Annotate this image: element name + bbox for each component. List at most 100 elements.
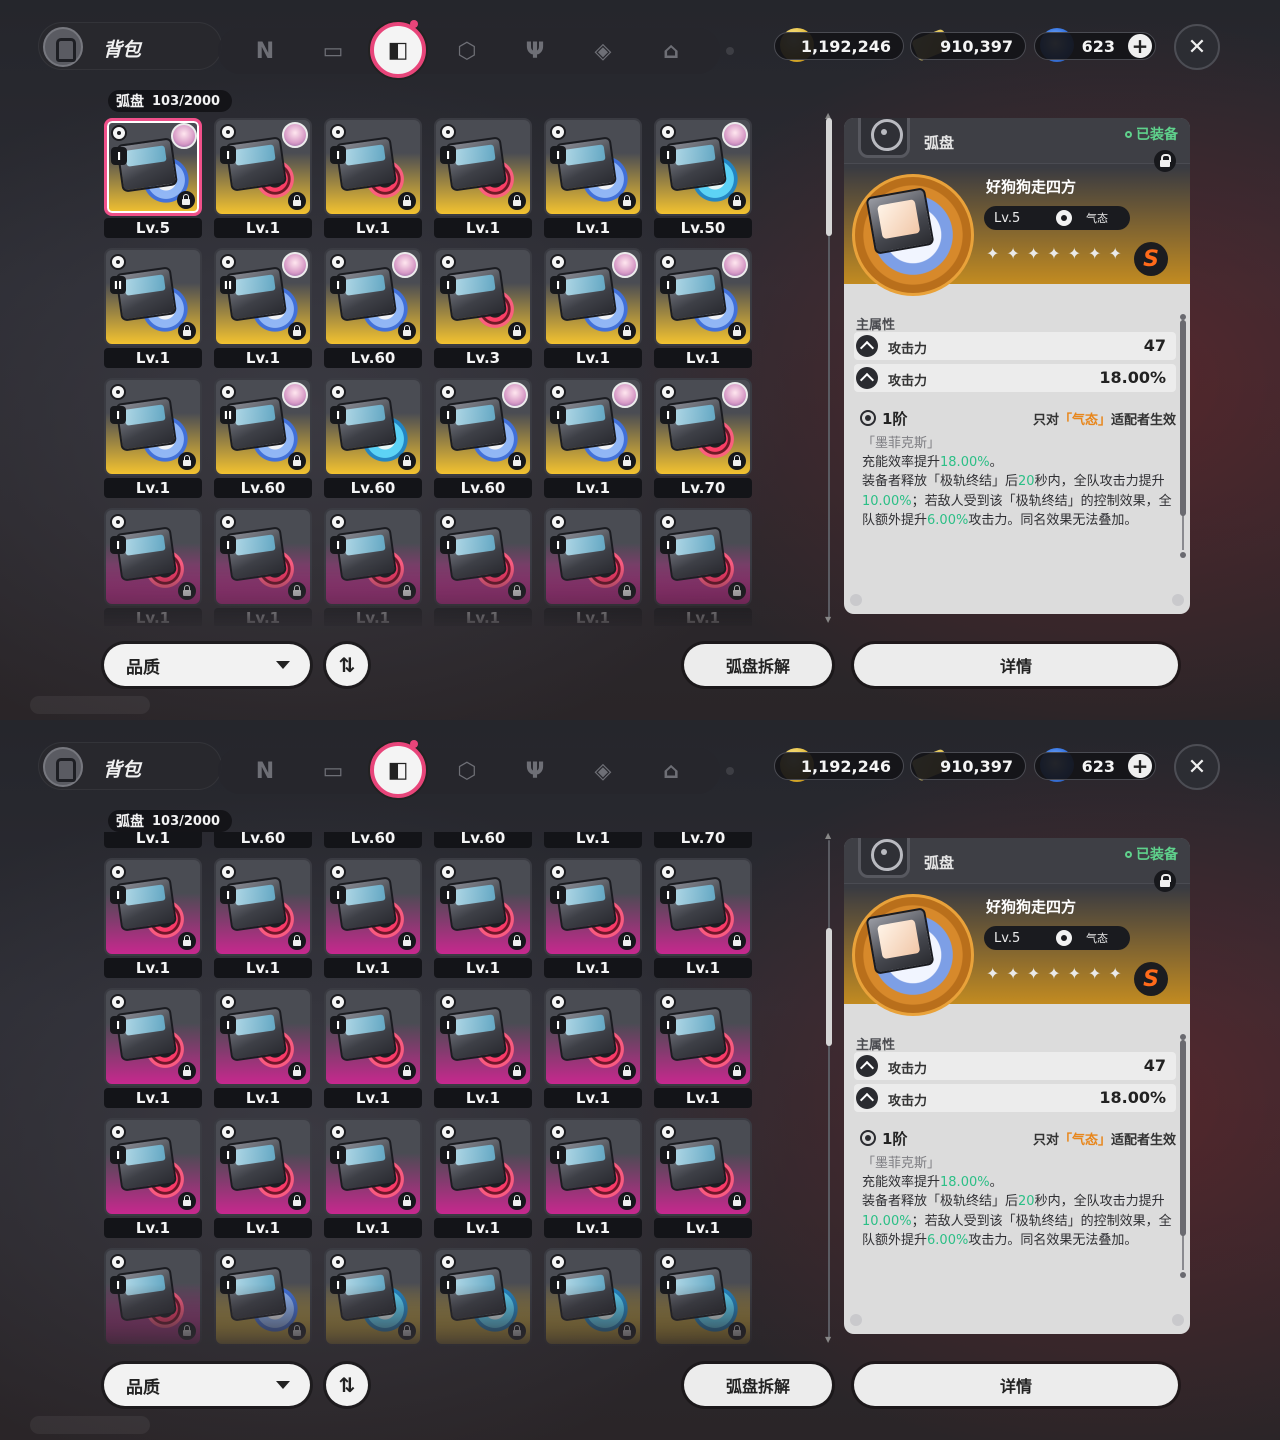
disc-card[interactable]: I [544,858,642,956]
disc-grid-viewport[interactable]: ILv.1ILv.60ILv.60ILv.60ILv.1ILv.70ILv.1I… [100,832,760,1346]
disc-card[interactable]: I [544,508,642,606]
disc-card[interactable]: I [104,988,202,1086]
disc-item[interactable]: ILv.60 [324,378,422,498]
details-button[interactable]: 详情 [854,644,1178,686]
disc-item[interactable]: ILv.1 [104,1248,202,1346]
disc-item[interactable]: ILv.60 [434,832,532,848]
sort-order-button[interactable]: ⇅ [326,644,368,686]
disc-item[interactable]: ILv.1 [324,118,422,238]
disc-card[interactable]: I [434,858,532,956]
box-icon[interactable]: ⬡ [448,752,486,790]
disc-item[interactable]: ILv.1 [654,858,752,978]
disc-card[interactable]: II [214,248,312,346]
disc-card[interactable]: I [324,858,422,956]
disc-card[interactable]: I [544,118,642,216]
disc-item[interactable]: ILv.1 [214,1248,312,1346]
disc-card[interactable]: I [104,378,202,476]
disc-card[interactable]: I [214,1118,312,1216]
disc-card[interactable]: I [434,988,532,1086]
disc-card[interactable]: I [544,988,642,1086]
disc-card[interactable]: I [434,508,532,606]
home-icon[interactable]: ⌂ [652,752,690,790]
disc-item[interactable]: ILv.1 [214,508,312,626]
disc-card[interactable]: I [654,1118,752,1216]
disc-item[interactable]: ILv.1 [104,988,202,1108]
disc-case-icon[interactable]: ◧ [370,740,426,798]
disc-item[interactable]: ILv.1 [654,248,752,368]
disc-item[interactable]: ILv.1 [214,988,312,1108]
add-gem-button[interactable]: + [1128,34,1152,58]
disc-card[interactable]: II [104,248,202,346]
dismantle-button[interactable]: 弧盘拆解 [684,1364,832,1406]
disc-item[interactable]: ILv.70 [654,832,752,848]
disc-card[interactable]: I [544,1248,642,1346]
disc-item[interactable]: ILv.1 [544,1118,642,1238]
disc-card[interactable]: I [214,508,312,606]
home-icon[interactable]: ⌂ [652,32,690,70]
disc-item[interactable]: ILv.1 [104,858,202,978]
disc-card[interactable]: I [104,1248,202,1346]
disc-item[interactable]: ILv.1 [544,508,642,626]
close-button[interactable]: ✕ [1174,24,1220,70]
disc-card[interactable]: I [324,378,422,476]
disc-grid-viewport[interactable]: I Lv.5 I Lv.1 I Lv.1 I Lv.1 I Lv.1 I Lv.50 II Lv.1 II L… [100,112,760,626]
n-logo-icon[interactable]: N [246,32,284,70]
fork-spoon-icon[interactable]: Ψ [516,752,554,790]
disc-item[interactable]: ILv.60 [324,248,422,368]
disc-item[interactable]: ILv.1 [434,118,532,238]
disc-card[interactable]: I [324,1248,422,1346]
lock-toggle-icon[interactable] [1154,150,1176,172]
disc-card[interactable]: I [214,988,312,1086]
disc-item[interactable]: ILv.1 [544,832,642,848]
cube-icon[interactable]: ◈ [584,32,622,70]
disc-item[interactable]: I Lv.5 [104,118,202,238]
disc-item[interactable]: II Lv.1 [104,248,202,368]
disc-item[interactable]: ILv.1 [654,508,752,626]
disc-item[interactable]: ILv.1 [324,508,422,626]
scroll-thumb[interactable] [826,928,832,1046]
disc-item[interactable]: ILv.1 [214,858,312,978]
disc-card[interactable]: I [654,118,752,216]
disc-card[interactable]: I [104,1118,202,1216]
disc-card[interactable]: I [104,858,202,956]
disc-card[interactable]: I [654,1248,752,1346]
quality-sort-select[interactable]: 品质 [104,644,310,686]
disc-item[interactable]: ILv.1 [324,988,422,1108]
disc-item[interactable]: ILv.60 [214,832,312,848]
disc-card[interactable]: I [104,118,202,216]
disc-item[interactable]: ILv.1 [214,1118,312,1238]
disc-card[interactable]: I [214,1248,312,1346]
disc-card[interactable]: II [214,378,312,476]
details-button[interactable]: 详情 [854,1364,1178,1406]
disc-item[interactable]: ILv.1 [544,1248,642,1346]
disc-item[interactable]: ILv.1 [324,1248,422,1346]
disc-item[interactable]: ILv.1 [104,1118,202,1238]
disc-item[interactable]: ILv.1 [434,1118,532,1238]
disc-card[interactable]: I [324,1118,422,1216]
disc-item[interactable]: II Lv.1 [214,248,312,368]
dismantle-button[interactable]: 弧盘拆解 [684,644,832,686]
disc-card[interactable]: I [654,248,752,346]
disc-card[interactable]: I [654,508,752,606]
disc-item[interactable]: ILv.1 [104,508,202,626]
disc-item[interactable]: ILv.1 [544,248,642,368]
grid-scrollbar[interactable]: ▲ ▼ [825,832,832,1346]
add-gem-button[interactable]: + [1128,754,1152,778]
scroll-thumb[interactable] [1180,320,1186,516]
disc-card[interactable]: I [104,508,202,606]
n-logo-icon[interactable]: N [246,752,284,790]
disc-item[interactable]: ILv.60 [434,378,532,498]
disc-item[interactable]: ILv.1 [104,378,202,498]
detail-scrollbar[interactable] [1180,314,1186,558]
lock-toggle-icon[interactable] [1154,870,1176,892]
disc-item[interactable]: ILv.1 [544,988,642,1108]
disc-card[interactable]: I [544,248,642,346]
disc-card[interactable]: I [324,508,422,606]
disc-card[interactable]: I [324,988,422,1086]
disc-card[interactable]: I [434,1248,532,1346]
disc-item[interactable]: ILv.1 [434,858,532,978]
disc-card[interactable]: I [324,248,422,346]
scroll-thumb[interactable] [826,118,832,236]
disc-item[interactable]: ILv.1 [654,1248,752,1346]
disc-item[interactable]: ILv.1 [654,1118,752,1238]
